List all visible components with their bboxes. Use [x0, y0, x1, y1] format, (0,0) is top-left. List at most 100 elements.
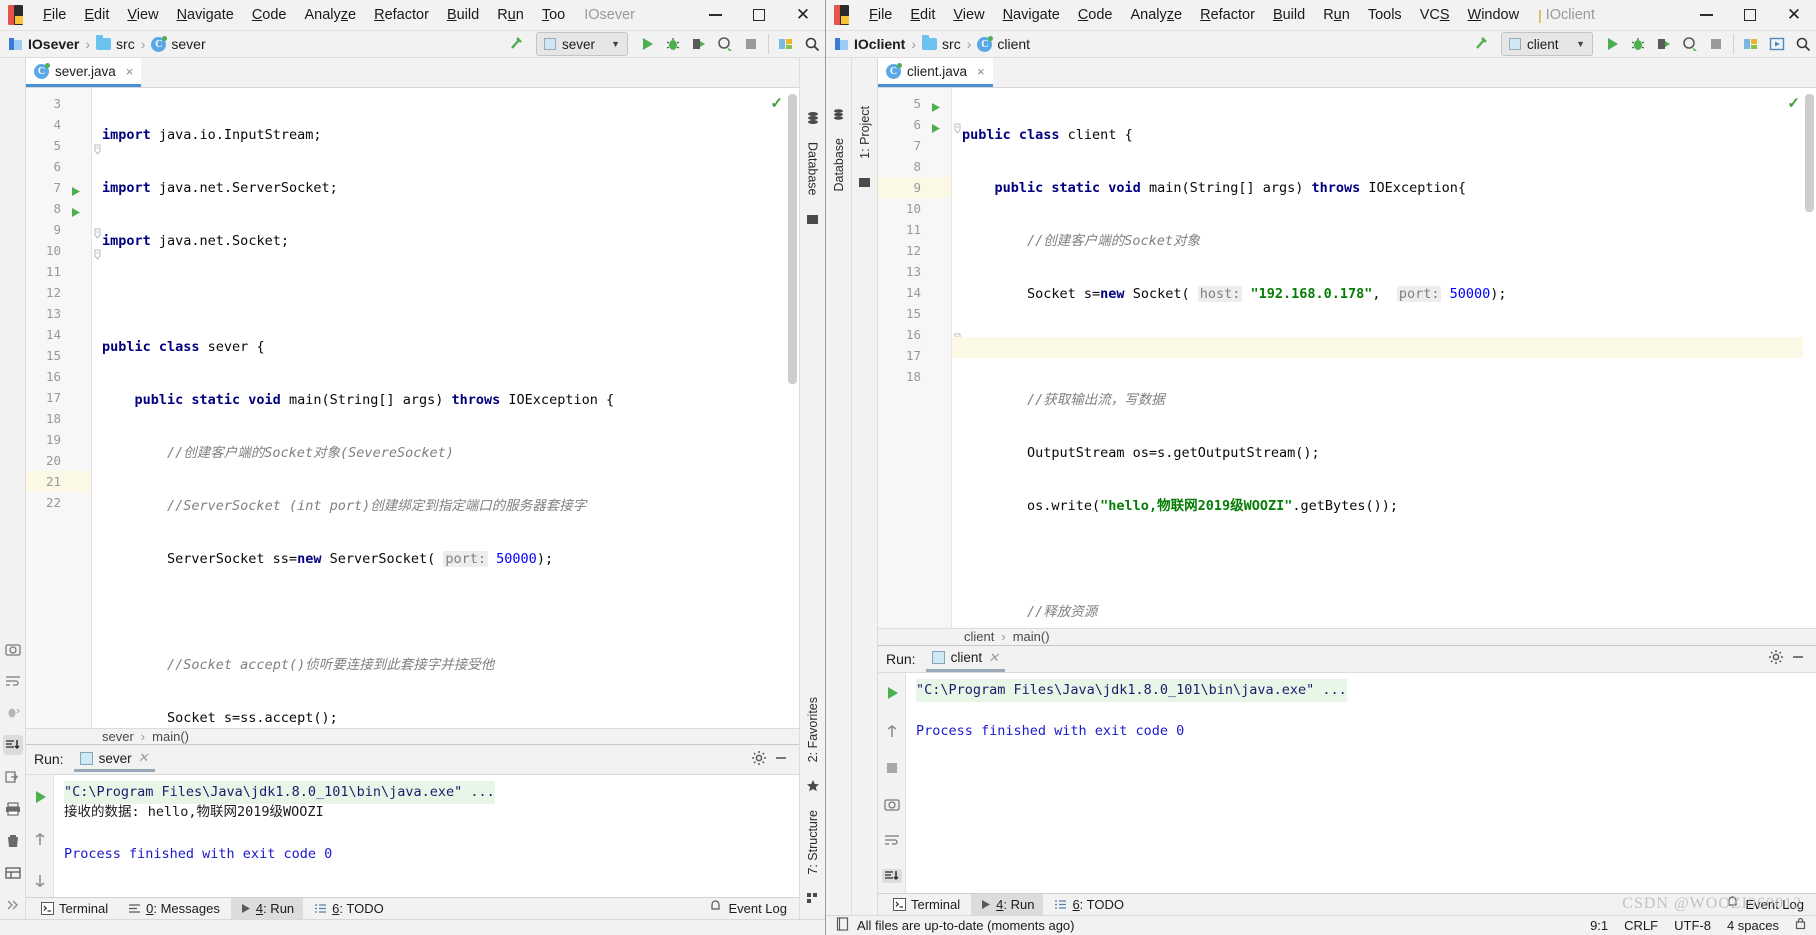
run-gutter-icon[interactable] [929, 98, 941, 112]
bottom-item-todo[interactable]: 6: TODO [1045, 894, 1133, 915]
menu-build[interactable]: Build [438, 4, 488, 26]
minimize-button-left[interactable] [693, 0, 737, 30]
build-hammer-icon[interactable] [1469, 31, 1495, 57]
code-area-right[interactable]: public class client { public static void… [952, 88, 1816, 628]
layout-icon[interactable] [3, 863, 23, 883]
settings-gear-icon[interactable] [751, 750, 767, 769]
minimize-button-right[interactable] [1684, 0, 1728, 30]
bottom-item-terminal[interactable]: Terminal [32, 898, 117, 919]
menu-navigate[interactable]: Navigate [168, 4, 243, 26]
menu-tools[interactable]: Too [533, 4, 574, 26]
menu-run[interactable]: Run [1314, 4, 1359, 26]
menu-refactor[interactable]: Refactor [1191, 4, 1264, 26]
run-with-coverage-icon[interactable] [1651, 31, 1677, 57]
editor-left[interactable]: 3 4 5 6 7 8 9 10 11 12 13 14 15 16 17 18 19 20 21 22 import… [26, 88, 799, 728]
down-arrow-icon[interactable] [30, 871, 50, 891]
scroll-to-end-icon[interactable] [2, 734, 23, 755]
scroll-to-end-icon[interactable] [881, 868, 902, 883]
breadcrumb-method[interactable]: main() [1013, 629, 1050, 644]
profile-icon[interactable] [712, 31, 738, 57]
line-separator[interactable]: CRLF [1624, 918, 1658, 933]
stop-button-right[interactable] [1703, 31, 1729, 57]
run-gutter-icon[interactable] [929, 119, 941, 133]
bottom-item-run[interactable]: 4: Run [971, 893, 1044, 915]
wrap-text-icon[interactable] [3, 671, 23, 691]
stop-process-icon[interactable] [882, 761, 902, 775]
tool-tab-project[interactable]: 1: Project [856, 98, 874, 167]
editor-tab-sever[interactable]: C sever.java × [26, 58, 142, 87]
run-with-coverage-icon[interactable] [686, 31, 712, 57]
breadcrumb-src-left[interactable]: src [93, 35, 138, 52]
delete-icon[interactable] [3, 831, 23, 851]
breadcrumb-class-left[interactable]: C sever [148, 35, 208, 52]
profile-icon[interactable] [1677, 31, 1703, 57]
wrap-text-icon[interactable] [882, 833, 902, 847]
menu-refactor[interactable]: Refactor [365, 4, 438, 26]
menu-vcs[interactable]: VCS [1411, 4, 1459, 26]
run-configuration-selector-left[interactable]: sever ▼ [536, 32, 628, 56]
hide-panel-icon[interactable] [1790, 649, 1806, 668]
build-hammer-icon[interactable] [504, 31, 530, 57]
hide-panel-icon[interactable] [773, 750, 789, 769]
breadcrumb-class-right[interactable]: C client [974, 35, 1033, 52]
export-icon[interactable] [3, 767, 23, 787]
close-icon[interactable]: × [126, 64, 134, 79]
bottom-item-run[interactable]: 4: Run [230, 897, 304, 919]
stop-button-left[interactable] [738, 31, 764, 57]
kill-process-icon[interactable] [3, 703, 23, 723]
menu-analyze[interactable]: Analyze [296, 4, 366, 26]
menu-tools[interactable]: Tools [1359, 4, 1411, 26]
bottom-item-todo[interactable]: 6: TODO [305, 898, 393, 919]
up-arrow-icon[interactable] [30, 829, 50, 849]
menu-navigate[interactable]: Navigate [994, 4, 1069, 26]
maximize-button-left[interactable] [737, 0, 781, 30]
close-icon[interactable]: ✕ [138, 750, 149, 766]
file-encoding[interactable]: UTF-8 [1674, 918, 1711, 933]
editor-scrollbar-right[interactable] [1803, 88, 1816, 628]
editor-tab-client[interactable]: C client.java × [878, 58, 993, 87]
project-structure-icon[interactable] [773, 31, 799, 57]
tool-tab-database[interactable]: Database [830, 130, 848, 200]
close-icon[interactable]: × [977, 64, 985, 79]
event-log-label[interactable]: Event Log [1745, 897, 1804, 912]
open-preview-icon[interactable] [1764, 31, 1790, 57]
camera-icon[interactable] [882, 797, 902, 811]
project-structure-icon[interactable] [1738, 31, 1764, 57]
camera-icon[interactable] [3, 639, 23, 659]
breadcrumb-method[interactable]: main() [152, 729, 189, 744]
menu-code[interactable]: Code [243, 4, 296, 26]
debug-button-left[interactable] [660, 31, 686, 57]
search-everywhere-icon[interactable] [1790, 31, 1816, 57]
menu-view[interactable]: View [944, 4, 993, 26]
breadcrumb-project-right[interactable]: IOclient [832, 36, 908, 52]
tool-tab-database[interactable]: Database [804, 134, 822, 204]
run-button-right[interactable] [1599, 31, 1625, 57]
console-output-right[interactable]: "C:\Program Files\Java\jdk1.8.0_101\bin\… [906, 672, 1816, 893]
menu-code[interactable]: Code [1069, 4, 1122, 26]
breadcrumb-project-left[interactable]: IOsever [6, 36, 82, 52]
run-button-left[interactable] [634, 31, 660, 57]
maximize-button-right[interactable] [1728, 0, 1772, 30]
run-gutter-icon[interactable] [69, 182, 81, 196]
editor-right[interactable]: 5 6 7 8 9 10 11 12 13 14 15 16 17 18 public class cli… [878, 88, 1816, 628]
debug-button-right[interactable] [1625, 31, 1651, 57]
menu-file[interactable]: File [34, 4, 75, 26]
run-configuration-selector-right[interactable]: client ▼ [1501, 32, 1593, 56]
menu-edit[interactable]: Edit [901, 4, 944, 26]
menu-build[interactable]: Build [1264, 4, 1314, 26]
indent-setting[interactable]: 4 spaces [1727, 918, 1779, 933]
bottom-item-messages[interactable]: 0: Messages [119, 898, 229, 919]
rerun-icon[interactable] [30, 787, 50, 807]
breadcrumb-src-right[interactable]: src [919, 35, 964, 52]
editor-scrollbar-left[interactable] [786, 88, 799, 728]
close-button-left[interactable]: ✕ [781, 0, 825, 30]
up-arrow-icon[interactable] [882, 723, 902, 739]
event-log-label[interactable]: Event Log [728, 901, 787, 916]
bottom-item-terminal[interactable]: Terminal [884, 894, 969, 915]
menu-run[interactable]: Run [488, 4, 533, 26]
rerun-icon[interactable] [882, 685, 902, 701]
run-tab-client[interactable]: client ✕ [925, 646, 1005, 672]
menu-edit[interactable]: Edit [75, 4, 118, 26]
expand-strip-icon[interactable] [3, 895, 23, 915]
menu-view[interactable]: View [118, 4, 167, 26]
